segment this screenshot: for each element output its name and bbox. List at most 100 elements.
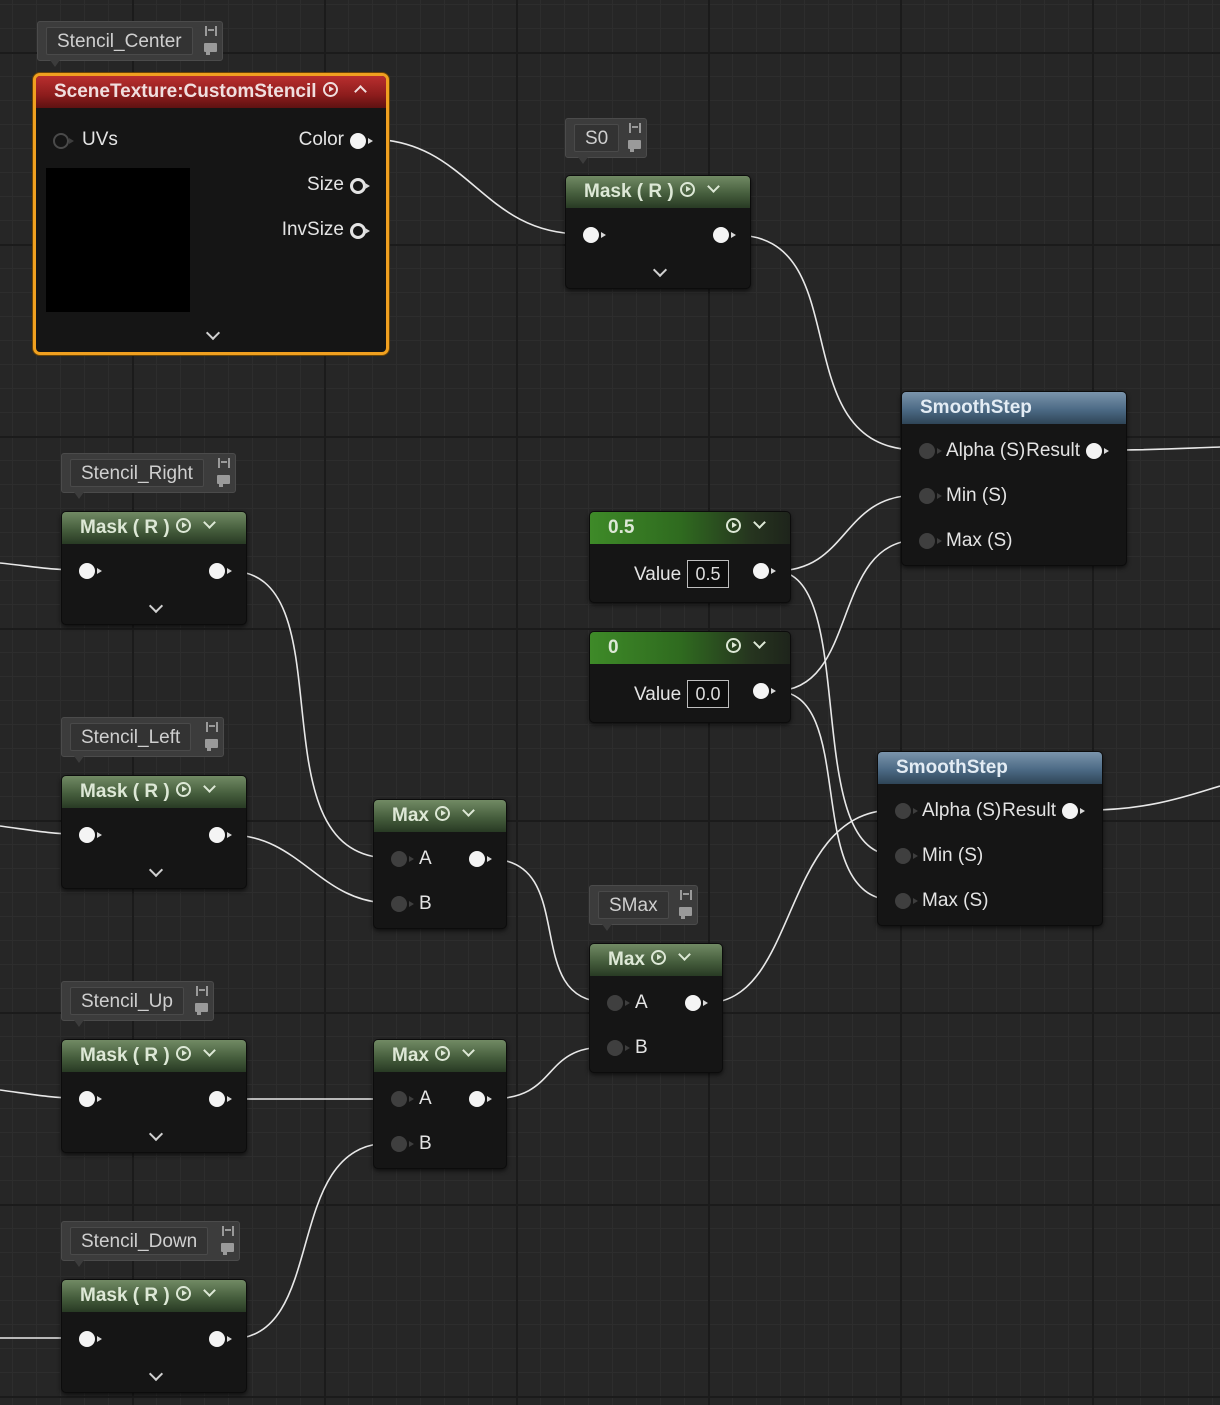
preview-play-icon[interactable] xyxy=(434,806,450,822)
max-node-smax[interactable]: Max A B xyxy=(589,943,723,1073)
output-pin-result[interactable] xyxy=(1062,803,1085,819)
output-pin[interactable] xyxy=(209,1331,232,1347)
options-chevron-icon[interactable] xyxy=(202,1044,216,1058)
comment-text[interactable]: Stencil_Down xyxy=(70,1227,209,1255)
input-pin-b[interactable] xyxy=(391,896,414,912)
node-header[interactable]: SceneTexture:CustomStencil xyxy=(36,76,386,108)
wire-smoothstep1-result-offscreen[interactable] xyxy=(1111,446,1220,451)
input-pin[interactable] xyxy=(79,563,102,579)
input-pin[interactable] xyxy=(79,1091,102,1107)
input-pin-min[interactable] xyxy=(895,848,918,864)
comment-stencil-right[interactable]: Stencil_Right xyxy=(61,453,236,499)
constant-node-zero[interactable]: 0 Value 0.0 xyxy=(589,631,791,723)
node-header[interactable]: Mask ( R ) xyxy=(62,512,246,544)
output-pin-invsize[interactable] xyxy=(350,223,370,239)
comment-stencil-down[interactable]: Stencil_Down xyxy=(61,1221,240,1267)
comment-bubble-icon[interactable] xyxy=(204,43,217,55)
preview-play-icon[interactable] xyxy=(175,1046,191,1062)
input-pin-min[interactable] xyxy=(919,488,942,504)
node-header[interactable]: SmoothStep xyxy=(902,392,1126,424)
comment-stencil-up[interactable]: Stencil_Up xyxy=(61,981,214,1027)
comment-bubble-icon[interactable] xyxy=(221,1243,234,1255)
expand-chevron-icon[interactable] xyxy=(148,862,164,878)
input-pin-max[interactable] xyxy=(919,533,942,549)
mask-node-stencil-left[interactable]: Mask ( R ) xyxy=(61,775,247,889)
input-pin-uvs[interactable] xyxy=(53,133,74,149)
comment-stencil-center[interactable]: Stencil_Center xyxy=(37,21,223,67)
preview-play-icon[interactable] xyxy=(434,1046,450,1062)
comment-text[interactable]: S0 xyxy=(574,124,620,152)
input-pin-max[interactable] xyxy=(895,893,918,909)
input-pin-a[interactable] xyxy=(391,851,414,867)
expand-chevron-icon[interactable] xyxy=(148,1126,164,1142)
smoothstep-node-bottom[interactable]: SmoothStep Alpha (S) Result Min (S) Max … xyxy=(877,751,1103,926)
comment-text[interactable]: Stencil_Right xyxy=(70,459,204,487)
output-pin[interactable] xyxy=(713,227,736,243)
node-header[interactable]: Mask ( R ) xyxy=(62,1280,246,1312)
preview-play-icon[interactable] xyxy=(726,518,741,534)
preview-play-icon[interactable] xyxy=(175,1286,191,1302)
wire-smoothstep2-result-offscreen[interactable] xyxy=(1087,785,1220,811)
preview-play-icon[interactable] xyxy=(726,638,741,654)
options-chevron-icon[interactable] xyxy=(202,780,216,794)
options-chevron-icon[interactable] xyxy=(462,1044,475,1058)
output-pin[interactable] xyxy=(685,995,708,1011)
expand-chevron-icon[interactable] xyxy=(148,1366,164,1382)
wire-stencil-left-to-max1-b[interactable] xyxy=(229,834,391,904)
input-pin-b[interactable] xyxy=(607,1040,630,1056)
input-pin-b[interactable] xyxy=(391,1136,414,1152)
output-pin[interactable] xyxy=(469,1091,492,1107)
expand-chevron-icon[interactable] xyxy=(148,598,164,614)
output-pin[interactable] xyxy=(209,827,232,843)
options-chevron-icon[interactable] xyxy=(753,516,766,530)
input-pin-alpha[interactable] xyxy=(895,803,918,819)
output-pin-result[interactable] xyxy=(1086,443,1109,459)
node-header[interactable]: Mask ( R ) xyxy=(62,776,246,808)
comment-bubble-icon[interactable] xyxy=(205,739,218,751)
input-pin[interactable] xyxy=(583,227,606,243)
wire-stencil-down-to-max2-b[interactable] xyxy=(229,1142,391,1340)
comment-text[interactable]: Stencil_Up xyxy=(70,987,184,1015)
mask-node-stencil-down[interactable]: Mask ( R ) xyxy=(61,1279,247,1393)
constant-node-half[interactable]: 0.5 Value 0.5 xyxy=(589,511,791,603)
input-pin-a[interactable] xyxy=(391,1091,414,1107)
options-chevron-icon[interactable] xyxy=(202,1284,216,1298)
node-header[interactable]: 0 xyxy=(590,632,790,664)
options-chevron-icon[interactable] xyxy=(678,948,691,962)
options-chevron-icon[interactable] xyxy=(706,180,720,194)
node-header[interactable]: Max xyxy=(374,800,506,832)
options-chevron-icon[interactable] xyxy=(462,804,475,818)
value-field[interactable]: 0.0 xyxy=(687,680,729,708)
wire-const-half-to-smoothstep1-min[interactable] xyxy=(774,494,919,572)
wire-const-zero-to-smoothstep1-max[interactable] xyxy=(774,539,919,692)
max-node-up-down[interactable]: Max A B xyxy=(373,1039,507,1169)
comment-text[interactable]: SMax xyxy=(598,891,669,919)
mask-node-stencil-up[interactable]: Mask ( R ) xyxy=(61,1039,247,1153)
preview-play-icon[interactable] xyxy=(175,782,191,798)
comment-smax[interactable]: SMax xyxy=(589,885,698,931)
smoothstep-node-top[interactable]: SmoothStep Alpha (S) Result Min (S) Max … xyxy=(901,391,1127,566)
output-pin-color[interactable] xyxy=(350,133,373,149)
input-pin-a[interactable] xyxy=(607,995,630,1011)
comment-bubble-icon[interactable] xyxy=(679,907,692,919)
comment-s0[interactable]: S0 xyxy=(565,118,647,164)
pin-icon[interactable] xyxy=(205,26,217,36)
pin-icon[interactable] xyxy=(218,458,230,468)
wire-color-to-mask-s0[interactable] xyxy=(367,138,583,235)
comment-text[interactable]: Stencil_Center xyxy=(46,27,193,55)
collapse-chevron-icon[interactable] xyxy=(353,85,367,99)
pin-icon[interactable] xyxy=(206,722,218,732)
output-pin[interactable] xyxy=(209,1091,232,1107)
preview-play-icon[interactable] xyxy=(650,950,666,966)
max-node-right-left[interactable]: Max A B xyxy=(373,799,507,929)
options-chevron-icon[interactable] xyxy=(202,516,216,530)
value-field[interactable]: 0.5 xyxy=(687,560,729,588)
output-pin-size[interactable] xyxy=(350,178,370,194)
comment-bubble-icon[interactable] xyxy=(195,1003,208,1015)
preview-play-icon[interactable] xyxy=(322,82,338,98)
preview-play-icon[interactable] xyxy=(679,182,695,198)
comment-stencil-left[interactable]: Stencil_Left xyxy=(61,717,224,763)
expand-chevron-icon[interactable] xyxy=(205,325,221,341)
output-pin[interactable] xyxy=(753,563,776,579)
scene-texture-node[interactable]: SceneTexture:CustomStencil UVs Color Siz… xyxy=(33,73,389,355)
